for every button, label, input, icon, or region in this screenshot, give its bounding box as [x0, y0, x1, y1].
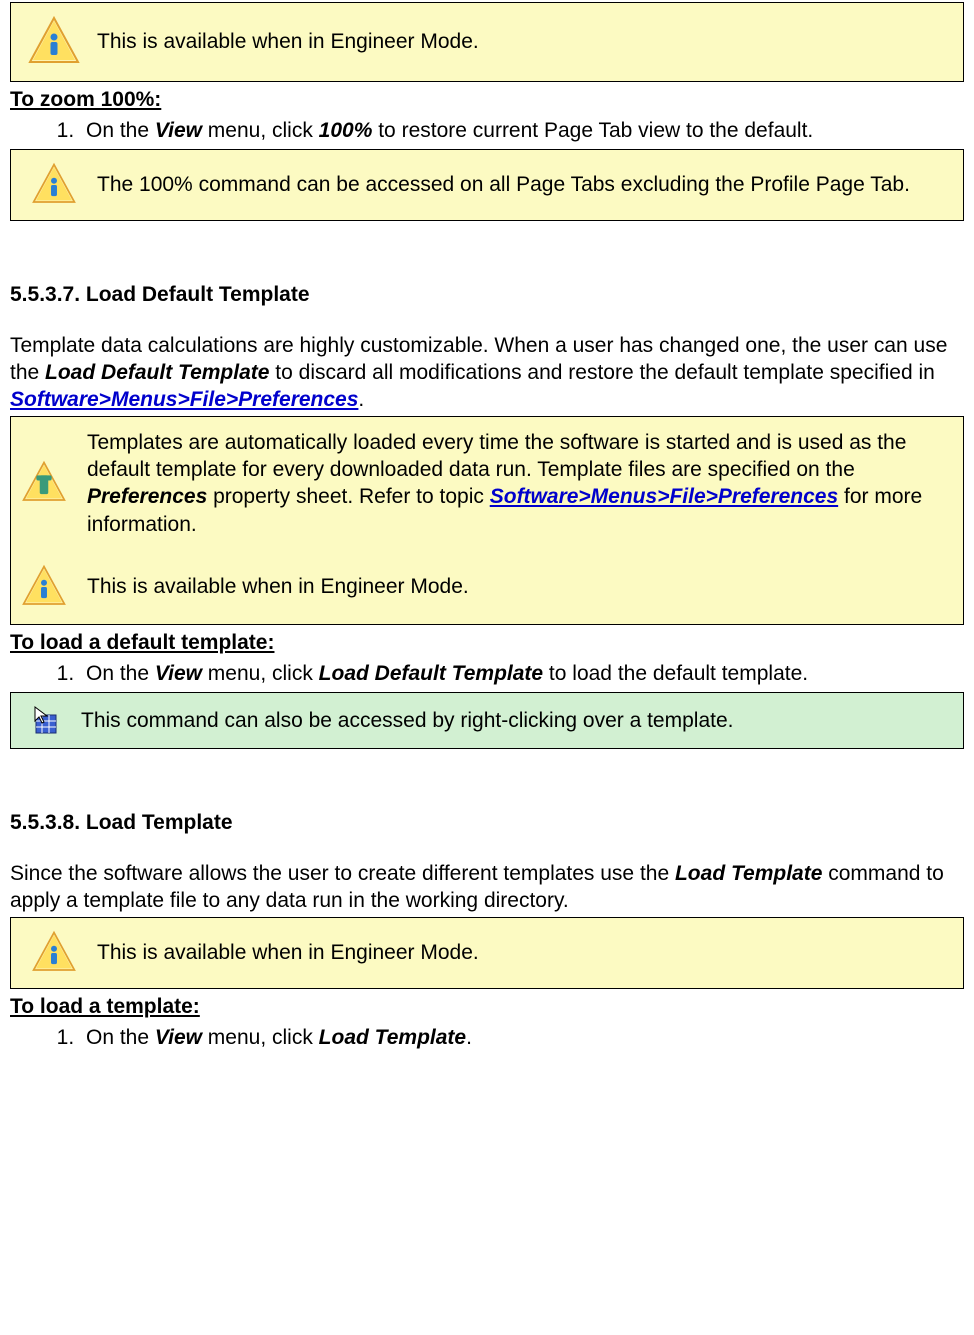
note-zoom-100: The 100% command can be accessed on all …	[10, 149, 964, 221]
step-item: On the View menu, click Load Default Tem…	[80, 660, 964, 687]
info-icon	[21, 162, 87, 208]
tip-right-click: This command can also be accessed by rig…	[10, 692, 964, 749]
note-engineer-mode-1: This is available when in Engineer Mode.	[10, 2, 964, 82]
link-preferences-2[interactable]: Software>Menus>File>Preferences	[490, 485, 838, 508]
note-group-5537: Templates are automatically loaded every…	[10, 416, 964, 625]
cmd-load-template: Load Template	[675, 862, 822, 885]
steps-zoom-100: On the View menu, click 100% to restore …	[10, 117, 964, 144]
menu-view: View	[155, 662, 202, 685]
heading-zoom-100: To zoom 100%:	[10, 86, 964, 113]
menu-view: View	[155, 1026, 202, 1049]
note-text: This is available when in Engineer Mode.	[87, 937, 953, 968]
cmd-load-default-template: Load Default Template	[319, 662, 543, 685]
cmd-100: 100%	[319, 119, 373, 142]
step-text: menu, click	[202, 662, 319, 685]
step-item: On the View menu, click Load Template.	[80, 1024, 964, 1051]
cursor-grid-icon	[21, 705, 71, 735]
note-text: Templates are automatically loaded every…	[77, 427, 963, 540]
para-text: Since the software allows the user to cr…	[10, 862, 675, 885]
para-text: .	[358, 388, 364, 411]
section-heading-5538: 5.5.3.8. Load Template	[10, 809, 964, 836]
step-text: .	[466, 1026, 472, 1049]
cmd-load-template: Load Template	[319, 1026, 466, 1049]
paragraph-5538: Since the software allows the user to cr…	[10, 860, 964, 915]
link-preferences-1[interactable]: Software>Menus>File>Preferences	[10, 388, 358, 411]
para-text: to discard all modifications and restore…	[269, 361, 934, 384]
step-text: to restore current Page Tab view to the …	[372, 119, 813, 142]
note-text: The 100% command can be accessed on all …	[87, 169, 953, 200]
steps-load-default-template: On the View menu, click Load Default Tem…	[10, 660, 964, 687]
step-text: to load the default template.	[543, 662, 808, 685]
note-text: This is available when in Engineer Mode.	[77, 571, 963, 602]
info-icon	[11, 564, 77, 610]
note-part: Templates are automatically loaded every…	[87, 431, 906, 481]
menu-view: View	[155, 119, 202, 142]
heading-load-default-template: To load a default template:	[10, 629, 964, 656]
step-text: menu, click	[202, 1026, 319, 1049]
info-icon	[21, 930, 87, 976]
cmd-load-default-template: Load Default Template	[45, 361, 269, 384]
step-text: On the	[86, 1026, 155, 1049]
note-part: property sheet. Refer to topic	[207, 485, 489, 508]
pref-label: Preferences	[87, 485, 207, 508]
note-engineer-mode-3: This is available when in Engineer Mode.	[10, 917, 964, 989]
paragraph-5537: Template data calculations are highly cu…	[10, 332, 964, 414]
tip-icon	[11, 460, 77, 506]
step-text: menu, click	[202, 119, 319, 142]
step-text: On the	[86, 662, 155, 685]
steps-load-template: On the View menu, click Load Template.	[10, 1024, 964, 1051]
info-icon	[21, 15, 87, 69]
step-item: On the View menu, click 100% to restore …	[80, 117, 964, 144]
tip-text: This command can also be accessed by rig…	[71, 705, 953, 736]
heading-load-template: To load a template:	[10, 993, 964, 1020]
section-heading-5537: 5.5.3.7. Load Default Template	[10, 281, 964, 308]
note-text: This is available when in Engineer Mode.	[87, 26, 953, 57]
step-text: On the	[86, 119, 155, 142]
document-page: This is available when in Engineer Mode.…	[0, 2, 974, 1051]
